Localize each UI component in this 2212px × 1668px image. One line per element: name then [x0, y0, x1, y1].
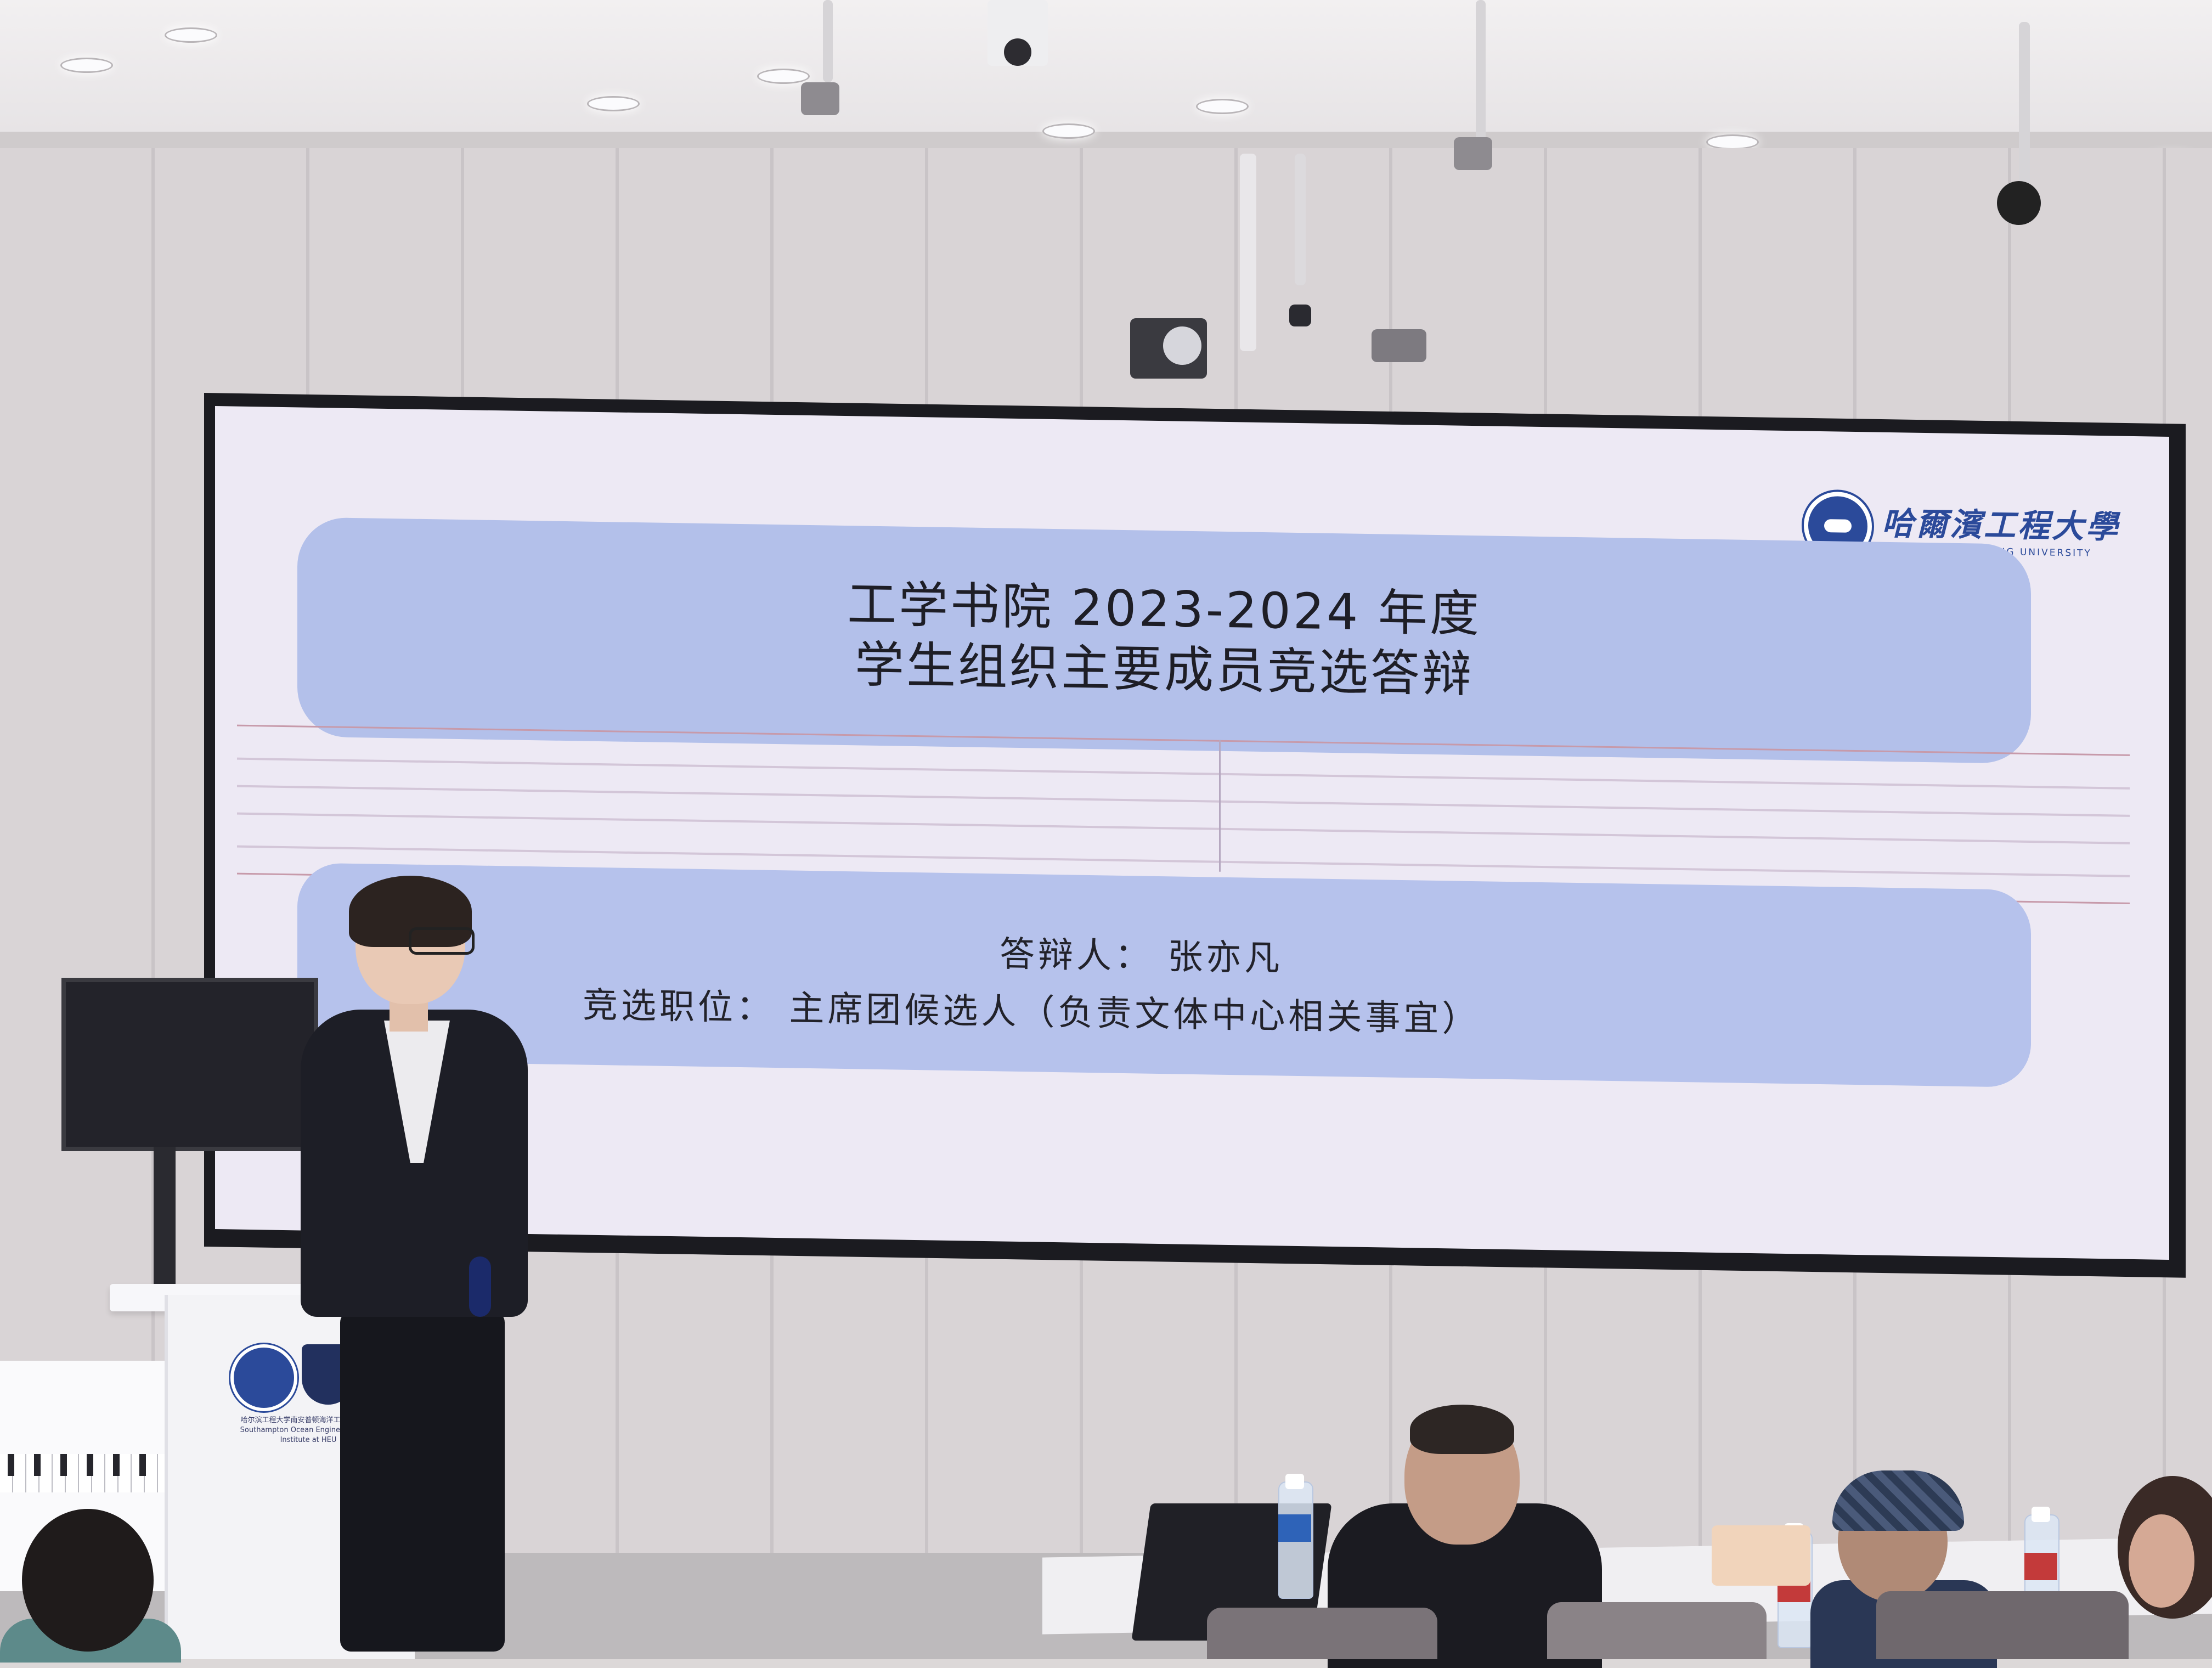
audience-hair — [1410, 1405, 1514, 1454]
university-seal-icon — [230, 1344, 297, 1411]
cable — [1476, 0, 1486, 143]
defender-line: 答辩人： 张亦凡 — [1000, 934, 1283, 979]
microphone-icon — [1997, 181, 2041, 225]
speaker-legs — [340, 1311, 505, 1652]
camera-lens-icon — [1004, 38, 1031, 66]
cable — [1240, 154, 1256, 351]
audience-face — [2129, 1514, 2194, 1608]
camera-icon — [1372, 329, 1426, 362]
ceiling-light — [1706, 134, 1759, 150]
chair — [1876, 1591, 2129, 1659]
divider-line — [237, 757, 2130, 790]
camera-icon — [1289, 305, 1311, 326]
camera-lens-icon — [1163, 326, 1201, 365]
pole — [1295, 154, 1306, 285]
ceiling-light — [587, 96, 640, 111]
chair — [1547, 1602, 1767, 1659]
ceiling-light — [1042, 123, 1095, 139]
podium-monitor — [61, 978, 318, 1151]
ceiling-light — [60, 58, 113, 73]
audience-head — [22, 1509, 154, 1652]
ceiling-light — [757, 69, 810, 84]
chair — [1207, 1608, 1437, 1659]
divider-line — [237, 785, 2130, 817]
position-line: 竞选职位： 主席团候选人（负责文体中心相关事宜） — [583, 985, 1481, 1040]
camera-icon — [801, 82, 839, 115]
university-name-cn: 哈爾濱工程大學 — [1881, 504, 2120, 546]
divider-vertical — [1219, 740, 1221, 872]
tissue-box — [1712, 1525, 1810, 1586]
bottle-label — [1278, 1514, 1311, 1542]
microphone-icon — [469, 1256, 491, 1317]
ceiling-light — [1196, 99, 1249, 114]
bottle-cap — [2032, 1507, 2050, 1522]
divider-line — [237, 812, 2130, 844]
camera-icon — [1454, 137, 1492, 170]
glasses-icon — [409, 927, 475, 955]
bottle-label — [2024, 1553, 2057, 1580]
ceiling-light — [165, 27, 217, 43]
info-band: 答辩人： 张亦凡 竞选职位： 主席团候选人（负责文体中心相关事宜） — [297, 863, 2031, 1087]
title-band: 工学书院 2023-2024 年度 学生组织主要成员竞选答辩 — [297, 517, 2031, 764]
cable — [2019, 22, 2030, 187]
cable — [823, 0, 833, 82]
ceiling — [0, 0, 2212, 143]
ceiling-edge — [0, 132, 2212, 148]
bottle-cap — [1285, 1474, 1304, 1489]
